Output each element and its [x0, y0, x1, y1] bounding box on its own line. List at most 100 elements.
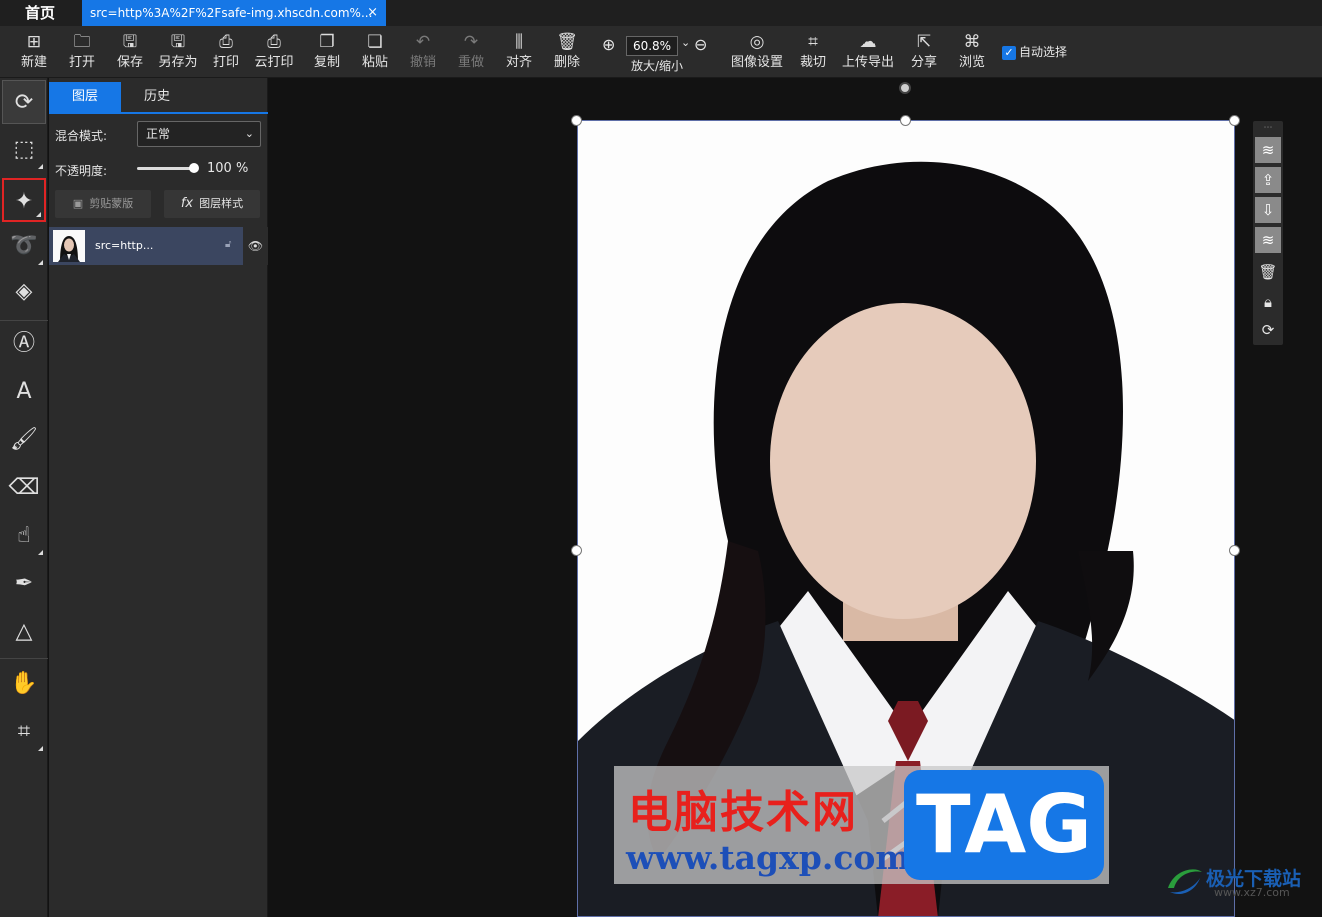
image-settings-button[interactable]: ◎ 图像设置 [728, 30, 786, 76]
resize-handle-top-right[interactable] [1229, 115, 1240, 126]
brush-tool[interactable]: 🖌 [2, 418, 46, 462]
open-button[interactable]: 🗀 打开 [62, 30, 102, 76]
undo-button[interactable]: ↶ 撤销 [403, 30, 443, 76]
layers-panel: 图层 历史 混合模式: 正常 ⌄ 不透明度: 100 % ▣ 剪贴蒙版 fx 图层样… [49, 78, 268, 917]
pen-tool[interactable]: ✒ [2, 562, 46, 606]
main-toolbar: ⊞ 新建 🗀 打开 🖫 保存 🖫 另存为 ⎙ 打印 ⎙ 云打印 ❐ 复制 ❏ 粘… [0, 26, 1322, 78]
rotate-handle[interactable] [899, 82, 911, 94]
cloud-print-button[interactable]: ⎙ 云打印 [250, 30, 298, 76]
chevron-down-icon[interactable]: ⌄ [681, 36, 690, 49]
resize-handle-top-left[interactable] [571, 115, 582, 126]
paste-button[interactable]: ❏ 粘贴 [355, 30, 395, 76]
tab-history[interactable]: 历史 [121, 82, 193, 112]
folder-icon: 🗀 [73, 32, 91, 52]
layer-name: src=http... [95, 239, 154, 252]
shape-tool[interactable]: △ [2, 610, 46, 654]
fx-icon: fx [180, 196, 194, 211]
browse-icon: ⌘ [963, 32, 981, 52]
clip-mask-button[interactable]: ▣ 剪贴蒙版 [55, 190, 151, 218]
lasso-tool[interactable]: ➰ [2, 224, 46, 268]
redo-button[interactable]: ↷ 重做 [451, 30, 491, 76]
send-to-back-icon[interactable]: ≋ [1255, 227, 1281, 253]
opacity-slider-handle[interactable] [189, 163, 199, 173]
save-as-icon: 🖫 [170, 32, 186, 52]
canvas-area[interactable]: ⋯ ≋ ⇪ ⇩ ≋ 🗑︎ 🔒︎ ⟳ 电脑技术网 www.tagxp.com TA… [269, 78, 1322, 917]
layer-thumbnail [53, 230, 85, 262]
tab-bar: 首页 src=http%3A%2F%2Fsafe-img.xhscdn.com%… [0, 0, 1322, 26]
add-text-tool[interactable]: Ⓐ [2, 322, 46, 366]
align-icon: ⫼ [515, 32, 523, 52]
send-backward-icon[interactable]: ⇩ [1255, 197, 1281, 223]
watermark-title: 电脑技术网 [628, 787, 858, 838]
zoom-input[interactable]: 60.8% [626, 36, 678, 56]
blend-mode-select[interactable]: 正常 ⌄ [137, 121, 261, 147]
tab-document[interactable]: src=http%3A%2F%2Fsafe-img.xhscdn.com%...… [82, 0, 386, 26]
select-tool[interactable]: ⟳ [2, 80, 46, 124]
crop-button[interactable]: ⌗ 裁切 [794, 30, 832, 76]
layer-item[interactable]: src=http... 🔓︎ 👁︎ [49, 227, 268, 265]
add-text-icon: Ⓐ [12, 331, 35, 356]
panel-tabs: 图层 历史 [49, 82, 268, 114]
eye-icon[interactable]: 👁︎ [243, 227, 268, 265]
resize-handle-right[interactable] [1229, 545, 1240, 556]
paste-icon: ❏ [367, 32, 383, 52]
tab-home[interactable]: 首页 [0, 0, 80, 26]
share-button[interactable]: ⇱ 分享 [904, 30, 944, 76]
zoom-control: ⊕ 60.8% ⌄ ⊖ 放大/缩小 [600, 34, 720, 74]
marquee-tool[interactable]: ⬚ [2, 128, 46, 172]
trash-icon: 🗑 [556, 32, 578, 52]
eraser-tool[interactable]: ⌫ [2, 466, 46, 510]
copy-button[interactable]: ❐ 复制 [307, 30, 347, 76]
layer-style-button[interactable]: fx 图层样式 [164, 190, 260, 218]
save-as-button[interactable]: 🖫 另存为 [154, 30, 202, 76]
new-button[interactable]: ⊞ 新建 [14, 30, 54, 76]
trash-icon[interactable]: 🗑︎ [1255, 259, 1281, 285]
resize-handle-top[interactable] [900, 115, 911, 126]
drag-handle-icon[interactable]: ⋯ [1255, 121, 1281, 135]
close-icon[interactable]: × [367, 0, 378, 26]
magic-wand-tool[interactable]: ✦ [2, 178, 46, 222]
unlock-icon[interactable]: 🔓︎ [225, 239, 231, 250]
watermark-url: www.tagxp.com [626, 838, 911, 877]
paint-bucket-tool[interactable]: ◈ [2, 270, 46, 314]
site-logo-icon [1168, 869, 1202, 895]
auto-select-checkbox[interactable]: ✓ 自动选择 [1002, 44, 1067, 62]
lock-icon[interactable]: 🔒︎ [1255, 289, 1281, 315]
shape-icon: △ [15, 619, 33, 644]
zoom-in-icon[interactable]: ⊕ [602, 35, 615, 54]
hand-tool[interactable]: ✋ [2, 662, 46, 706]
opacity-slider-track[interactable] [137, 167, 195, 170]
text-icon: A [16, 379, 32, 404]
tab-layers[interactable]: 图层 [49, 82, 121, 112]
checkmark-icon: ✓ [1002, 45, 1016, 60]
print-button[interactable]: ⎙ 打印 [206, 30, 246, 76]
align-button[interactable]: ⫼ 对齐 [499, 30, 539, 76]
save-button[interactable]: 🖫 保存 [110, 30, 150, 76]
select-cursor-icon[interactable]: ⟳ [1255, 317, 1281, 343]
printer-icon: ⎙ [219, 32, 233, 52]
image-settings-icon: ◎ [749, 32, 765, 52]
watermark-tag-logo: TAG [904, 770, 1104, 880]
text-tool[interactable]: A [2, 370, 46, 414]
browse-button[interactable]: ⌘ 浏览 [952, 30, 992, 76]
bring-to-front-icon[interactable]: ≋ [1255, 137, 1281, 163]
site-url: www.xz7.com [1214, 886, 1290, 899]
zoom-label: 放大/缩小 [630, 59, 684, 73]
tool-panel: ⟳ ⬚ ✦ ➰ ◈ Ⓐ A 🖌 ⌫ ☝ ✒ △ ✋ ⌗ [0, 78, 48, 917]
smudge-icon: ☝ [17, 523, 31, 548]
zoom-out-icon[interactable]: ⊖ [694, 35, 707, 54]
resize-handle-left[interactable] [571, 545, 582, 556]
tab-document-label: src=http%3A%2F%2Fsafe-img.xhscdn.com%... [90, 6, 373, 20]
bring-forward-icon[interactable]: ⇪ [1255, 167, 1281, 193]
paint-bucket-icon: ◈ [15, 279, 33, 304]
opacity-label: 不透明度: [55, 164, 108, 178]
brush-icon: 🖌 [10, 427, 38, 452]
marquee-icon: ⬚ [13, 137, 35, 162]
cloud-upload-icon: ☁ [859, 32, 877, 52]
save-icon: 🖫 [122, 32, 138, 52]
copy-icon: ❐ [319, 32, 335, 52]
delete-button[interactable]: 🗑 删除 [547, 30, 587, 76]
upload-export-button[interactable]: ☁ 上传导出 [838, 30, 898, 76]
transform-tool[interactable]: ⌗ [2, 710, 46, 754]
smudge-tool[interactable]: ☝ [2, 514, 46, 558]
